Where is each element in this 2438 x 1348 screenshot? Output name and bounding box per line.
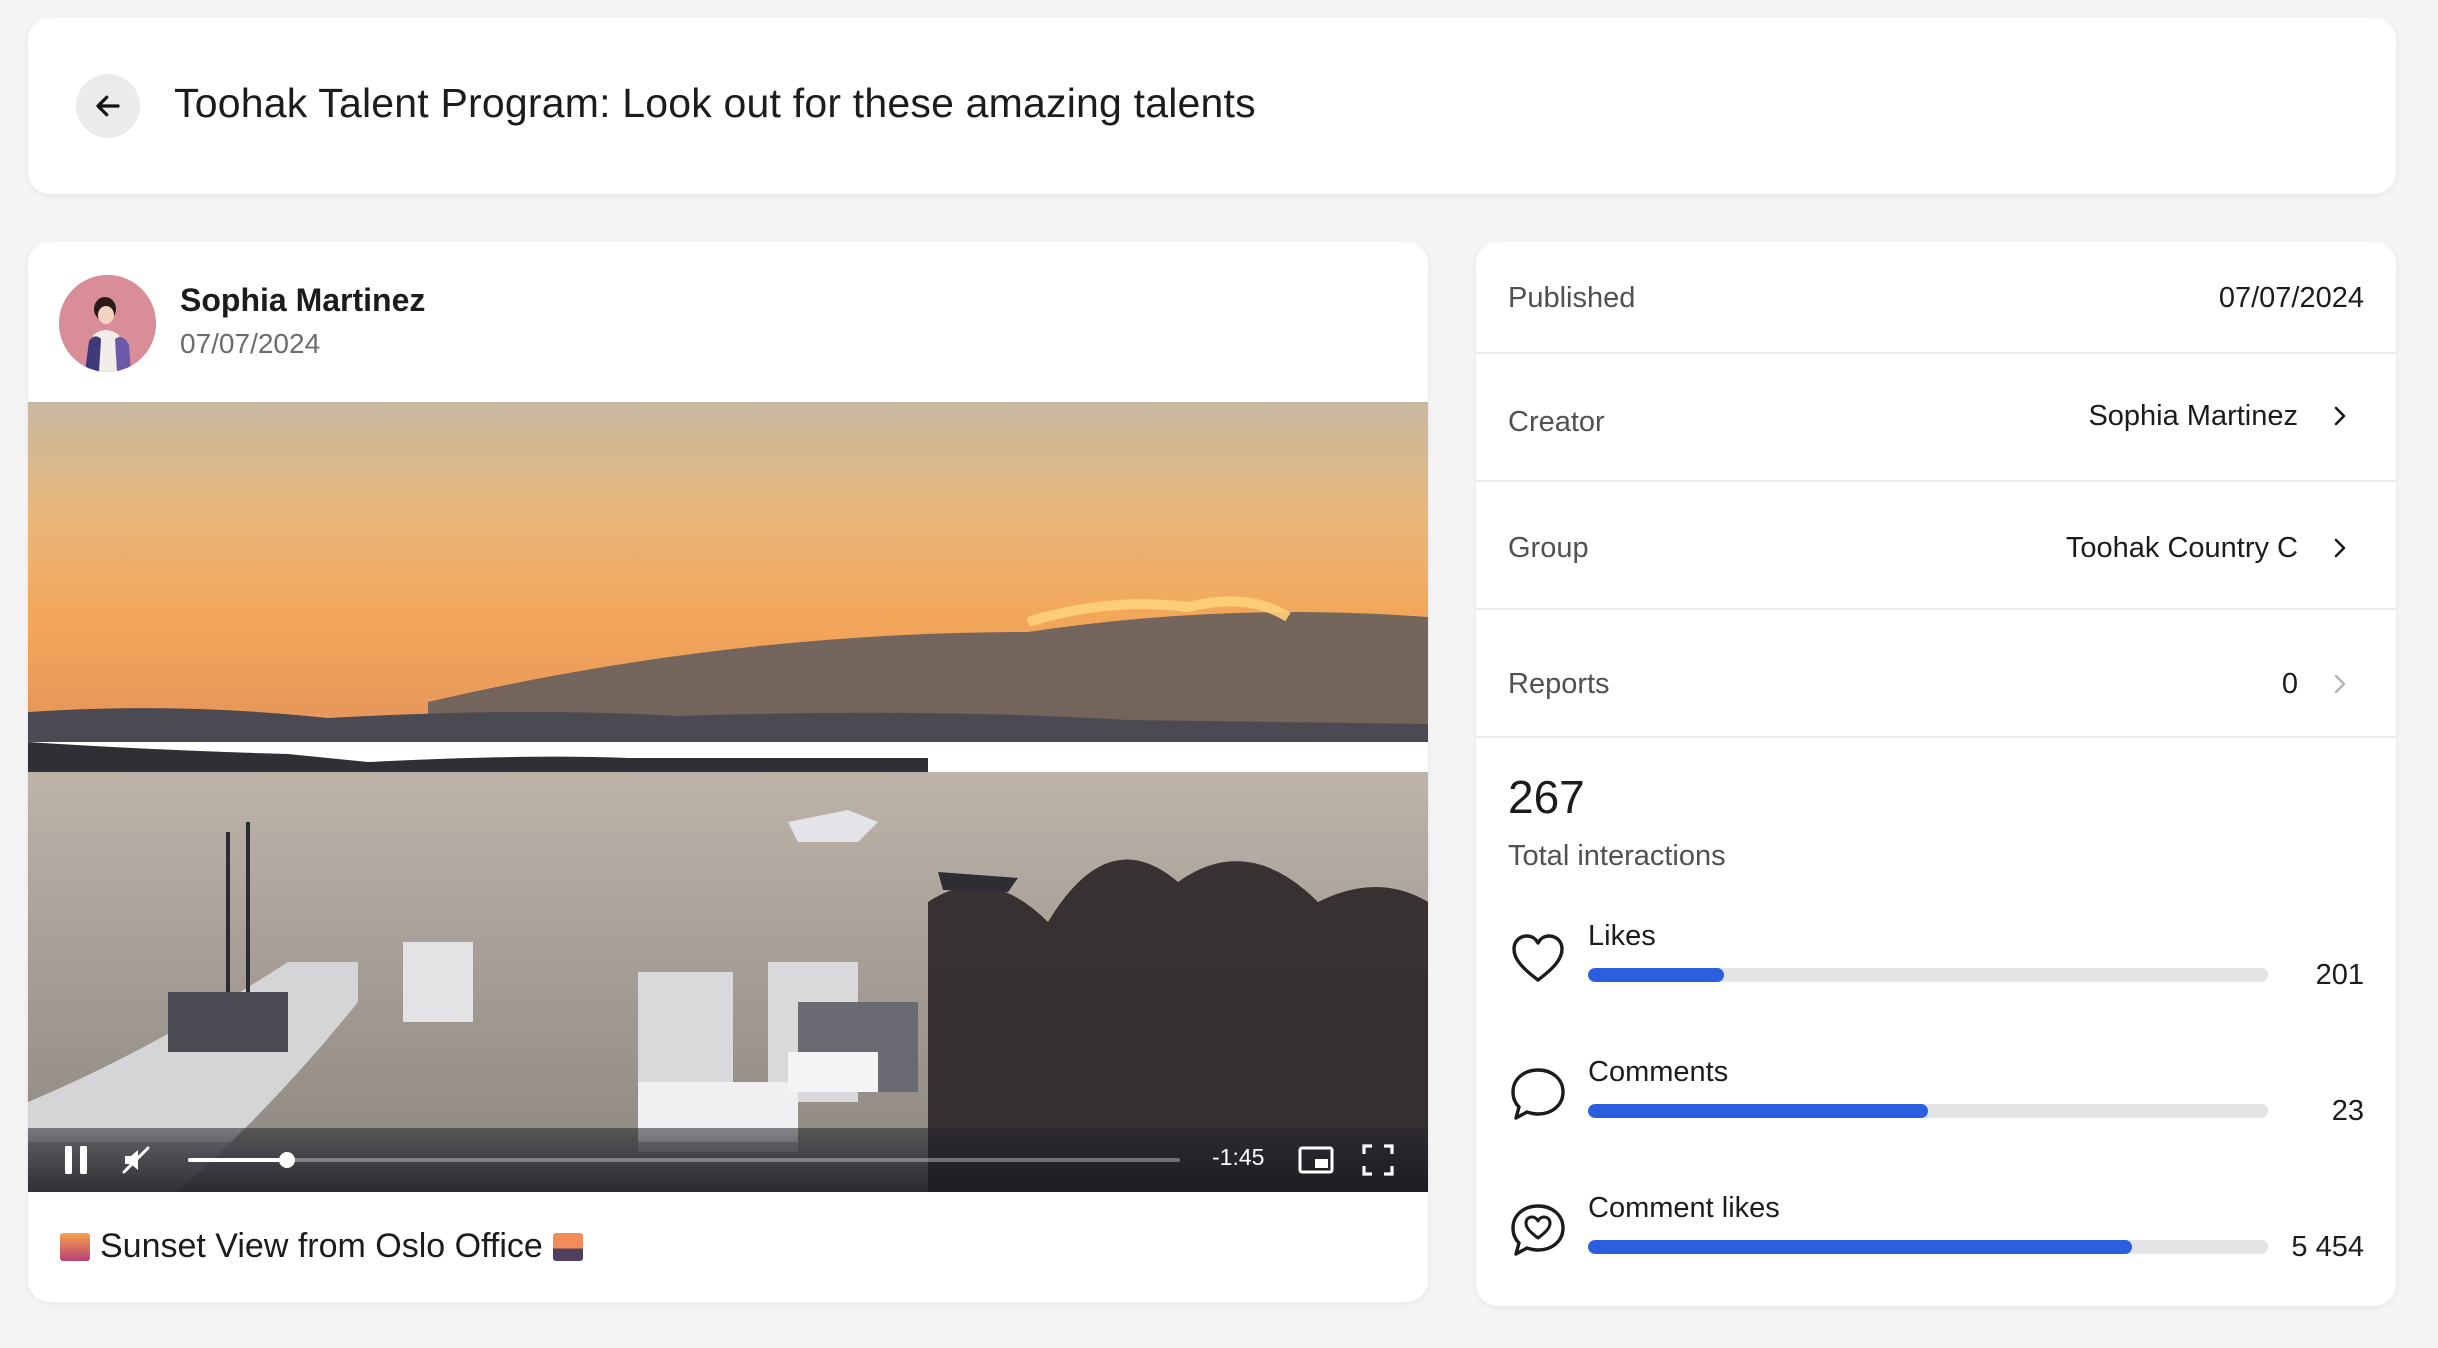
group-value[interactable]: Toohak Country C <box>2066 532 2298 565</box>
seek-bar[interactable] <box>188 1152 1180 1168</box>
fullscreen-button[interactable] <box>1360 1142 1396 1178</box>
pause-icon <box>65 1146 87 1174</box>
group-row[interactable]: Group Toohak Country C <box>1476 482 2396 610</box>
caption-text: Sunset View from Oslo Office <box>100 1227 543 1265</box>
stat-progress-fill <box>1588 1240 2132 1254</box>
total-interactions-label: Total interactions <box>1508 840 1726 872</box>
reports-value: 0 <box>2281 668 2298 700</box>
creator-value[interactable]: Sophia Martinez <box>2088 400 2298 433</box>
video-frame <box>28 402 1428 1192</box>
stat-value: 201 <box>2315 959 2364 991</box>
total-interactions-count: 267 <box>1508 771 1585 823</box>
comment-icon <box>1511 1068 1565 1120</box>
chevron-right-icon <box>2334 406 2346 426</box>
stat-progress-fill <box>1588 968 1724 982</box>
video-controls: -1:45 <box>28 1128 1428 1192</box>
video-player[interactable]: -1:45 <box>28 402 1428 1192</box>
reports-row[interactable]: Reports 0 <box>1476 610 2396 738</box>
reports-label: Reports <box>1508 668 1610 700</box>
picture-in-picture-icon <box>1298 1146 1334 1174</box>
time-remaining: -1:45 <box>1212 1144 1265 1170</box>
arrow-left-icon <box>96 95 120 117</box>
seek-handle[interactable] <box>279 1152 296 1168</box>
post-date: 07/07/2024 <box>180 328 321 359</box>
back-button[interactable] <box>76 74 140 138</box>
stat-label: Comments <box>1588 1056 1729 1088</box>
city-sunset-emoji <box>60 1232 90 1261</box>
avatar-image <box>59 275 156 372</box>
picture-in-picture-button[interactable] <box>1296 1142 1336 1178</box>
published-value: 07/07/2024 <box>2218 282 2364 314</box>
mute-button[interactable] <box>118 1142 154 1178</box>
stat-progress-track <box>1588 1104 2268 1118</box>
chevron-right-icon <box>2334 538 2346 558</box>
stat-comments: Comments 23 <box>1476 1056 2396 1156</box>
creator-label: Creator <box>1508 406 1605 438</box>
post-caption: Sunset View from Oslo Office <box>60 1227 583 1266</box>
stat-value: 5 454 <box>2291 1231 2364 1263</box>
stat-progress-fill <box>1588 1104 1928 1118</box>
avatar[interactable] <box>59 275 156 372</box>
stat-comment-likes: Comment likes 5 454 <box>1476 1192 2396 1292</box>
stat-label: Comment likes <box>1588 1192 1780 1224</box>
speaker-muted-icon <box>122 1146 150 1174</box>
chevron-right-icon <box>2334 674 2346 694</box>
stat-label: Likes <box>1588 920 1656 952</box>
stat-progress-track <box>1588 1240 2268 1254</box>
published-label: Published <box>1508 282 1636 314</box>
stat-likes: Likes 201 <box>1476 920 2396 1020</box>
sunrise-over-mountains-emoji <box>552 1232 583 1261</box>
seek-progress <box>188 1158 288 1162</box>
page-header: Toohak Talent Program: Look out for thes… <box>28 18 2396 194</box>
fullscreen-icon <box>1362 1144 1394 1176</box>
pause-button[interactable] <box>58 1142 94 1178</box>
heart-icon <box>1512 934 1564 982</box>
page-title: Toohak Talent Program: Look out for thes… <box>174 80 1256 126</box>
author-name[interactable]: Sophia Martinez <box>180 282 425 319</box>
group-label: Group <box>1508 532 1589 564</box>
stat-value: 23 <box>2331 1095 2364 1127</box>
stat-progress-track <box>1588 968 2268 982</box>
published-row: Published 07/07/2024 <box>1476 242 2396 354</box>
comment-heart-icon <box>1511 1204 1565 1256</box>
details-card: Published 07/07/2024 Creator Sophia Mart… <box>1476 242 2396 1306</box>
creator-row[interactable]: Creator Sophia Martinez <box>1476 354 2396 482</box>
post-card: Sophia Martinez 07/07/2024 -1:45 Sunset … <box>28 242 1428 1302</box>
